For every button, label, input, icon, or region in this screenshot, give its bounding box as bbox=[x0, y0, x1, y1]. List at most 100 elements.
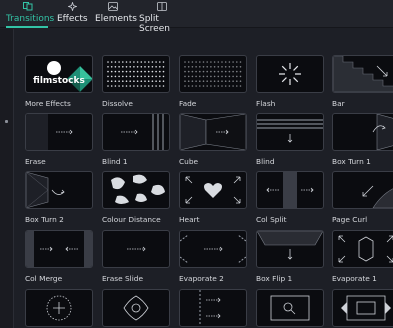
filmstocks-brand: filmstocks bbox=[33, 76, 85, 86]
transition-item-unlabeled-23[interactable] bbox=[256, 289, 324, 328]
transition-thumbnail[interactable] bbox=[256, 55, 324, 93]
boxturn2-thumbnail-graphic bbox=[26, 172, 65, 208]
evaporate2-thumbnail-graphic bbox=[180, 234, 246, 264]
transition-item-cube[interactable]: Cube bbox=[179, 113, 247, 166]
transition-item-erase-slide[interactable]: Erase Slide bbox=[102, 230, 170, 283]
blobs-thumbnail-graphic bbox=[111, 174, 165, 204]
transition-label: Bar bbox=[332, 99, 345, 108]
transition-label: Box Turn 2 bbox=[25, 215, 64, 224]
transition-item-blind[interactable]: Blind bbox=[256, 113, 324, 166]
transition-thumbnail[interactable] bbox=[179, 171, 247, 209]
transition-label: Heart bbox=[179, 215, 200, 224]
blind1-thumbnail-graphic bbox=[121, 114, 164, 150]
transition-thumbnail[interactable] bbox=[25, 289, 93, 327]
blind-thumbnail-graphic bbox=[257, 119, 323, 143]
transition-thumbnail[interactable] bbox=[332, 230, 393, 268]
circle-dots-thumbnail-graphic bbox=[46, 295, 72, 321]
cube-thumbnail-graphic bbox=[180, 114, 246, 150]
burst-thumbnail-graphic bbox=[279, 63, 301, 85]
transition-thumbnail[interactable] bbox=[332, 289, 393, 327]
transition-thumbnail[interactable] bbox=[256, 171, 324, 209]
split-screen-icon bbox=[157, 2, 167, 11]
dots-thumbnail-graphic bbox=[107, 61, 165, 87]
transition-thumbnail[interactable] bbox=[332, 171, 393, 209]
tab-transitions[interactable]: Transitions bbox=[6, 0, 54, 28]
transition-item-col-merge[interactable]: Col Merge bbox=[25, 230, 93, 283]
transition-thumbnail[interactable] bbox=[332, 113, 393, 151]
effects-icon bbox=[68, 2, 77, 11]
transition-label: Colour Distance bbox=[102, 215, 161, 224]
arrows-strip-thumbnail-graphic bbox=[199, 290, 221, 326]
eraseslide-thumbnail-graphic bbox=[127, 246, 146, 252]
transition-thumbnail[interactable] bbox=[256, 230, 324, 268]
transition-thumbnail[interactable] bbox=[102, 171, 170, 209]
transition-thumbnail[interactable] bbox=[179, 55, 247, 93]
transition-item-box-turn-1[interactable]: Box Turn 1 bbox=[332, 113, 393, 166]
transition-thumbnail[interactable] bbox=[179, 230, 247, 268]
transition-item-fade[interactable]: Fade bbox=[179, 55, 247, 108]
tab-label-transitions: Transitions bbox=[6, 14, 55, 24]
elements-icon bbox=[108, 2, 118, 11]
transition-thumbnail[interactable] bbox=[102, 113, 170, 151]
filmstocks-logo-icon bbox=[47, 61, 92, 92]
transition-label: Box Turn 1 bbox=[332, 157, 371, 166]
erase-thumbnail-graphic bbox=[26, 114, 73, 150]
transition-item-evaporate-1[interactable]: Evaporate 1 bbox=[332, 230, 393, 283]
transition-item-unlabeled-20[interactable] bbox=[25, 289, 93, 328]
transition-item-heart[interactable]: Heart bbox=[179, 171, 247, 224]
transition-label: Flash bbox=[256, 99, 276, 108]
transition-item-evaporate-2[interactable]: Evaporate 2 bbox=[179, 230, 247, 283]
transition-item-page-curl[interactable]: Page Curl bbox=[332, 171, 393, 224]
transition-thumbnail[interactable] bbox=[25, 230, 93, 268]
evaporate1-thumbnail-graphic bbox=[338, 235, 393, 263]
transition-thumbnail[interactable] bbox=[179, 113, 247, 151]
transition-label: Blind 1 bbox=[102, 157, 128, 166]
transition-thumbnail[interactable] bbox=[179, 289, 247, 327]
transition-label: Box Flip 1 bbox=[256, 274, 293, 283]
transition-item-unlabeled-21[interactable] bbox=[102, 289, 170, 328]
transition-label: Col Merge bbox=[25, 274, 63, 283]
flower-thumbnail-graphic bbox=[123, 295, 149, 321]
transition-thumbnail[interactable] bbox=[256, 113, 324, 151]
transition-item-dissolve[interactable]: Dissolve bbox=[102, 55, 170, 108]
transition-label: Erase bbox=[25, 157, 46, 166]
transition-item-colour-distance[interactable]: Colour Distance bbox=[102, 171, 170, 224]
transition-item-box-flip-1[interactable]: Box Flip 1 bbox=[256, 230, 324, 283]
transition-item-unlabeled-22[interactable] bbox=[179, 289, 247, 328]
transition-item-blind-1[interactable]: Blind 1 bbox=[102, 113, 170, 166]
tab-split-screen[interactable]: Split Screen bbox=[139, 0, 185, 34]
tab-effects[interactable]: Effects bbox=[57, 0, 88, 28]
transition-thumbnail[interactable]: filmstocks bbox=[25, 55, 93, 93]
transition-label: Blind bbox=[256, 157, 275, 166]
transition-thumbnail[interactable] bbox=[25, 171, 93, 209]
transition-label: Erase Slide bbox=[102, 274, 144, 283]
transition-label: Cube bbox=[179, 157, 199, 166]
transitions-grid: filmstocks More Effects Dissolve Fade Flash B… bbox=[14, 29, 393, 328]
transition-thumbnail[interactable] bbox=[102, 230, 170, 268]
transition-item-flash[interactable]: Flash bbox=[256, 55, 324, 108]
transition-label: Dissolve bbox=[102, 99, 133, 108]
transition-thumbnail[interactable] bbox=[102, 289, 170, 327]
transitions-icon bbox=[23, 2, 33, 11]
tab-bar: Transitions Effects Elements Split Scree… bbox=[0, 0, 393, 34]
transition-item-col-split[interactable]: Col Split bbox=[256, 171, 324, 224]
transition-label: Page Curl bbox=[332, 215, 368, 224]
transition-item-box-turn-2[interactable]: Box Turn 2 bbox=[25, 171, 93, 224]
transition-thumbnail[interactable] bbox=[102, 55, 170, 93]
rail-handle[interactable] bbox=[5, 120, 8, 123]
transition-label: Evaporate 1 bbox=[332, 274, 377, 283]
tab-label-elements: Elements bbox=[95, 14, 137, 24]
transition-item-unlabeled-24[interactable] bbox=[332, 289, 393, 328]
colmerge-thumbnail-graphic bbox=[26, 231, 92, 267]
side-rail bbox=[0, 29, 14, 328]
transition-thumbnail[interactable] bbox=[332, 55, 393, 93]
tab-elements[interactable]: Elements bbox=[95, 0, 137, 28]
transition-item-erase[interactable]: Erase bbox=[25, 113, 93, 166]
transition-label: Fade bbox=[179, 99, 197, 108]
transition-item-more-effects[interactable]: filmstocks More Effects bbox=[25, 55, 93, 108]
transition-label: More Effects bbox=[25, 99, 71, 108]
colsplit-thumbnail-graphic bbox=[266, 172, 314, 208]
transition-thumbnail[interactable] bbox=[25, 113, 93, 151]
transition-thumbnail[interactable] bbox=[256, 289, 324, 327]
transition-item-bar[interactable]: Bar bbox=[332, 55, 393, 108]
